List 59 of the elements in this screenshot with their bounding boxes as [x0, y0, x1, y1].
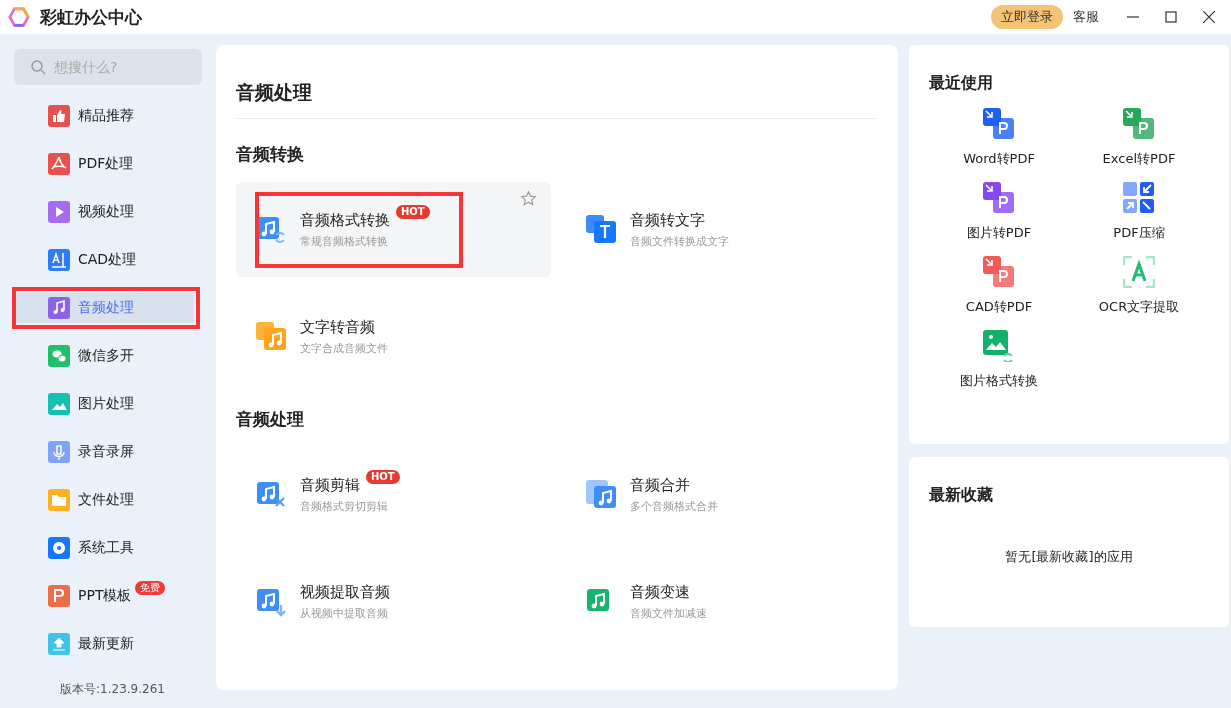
tool-name: 音频剪辑 [300, 475, 360, 495]
tool-card[interactable]: 音频转文字 音频文件转换成文字 [566, 182, 881, 277]
maximize-icon[interactable] [1165, 11, 1177, 23]
sidebar-item[interactable]: PDF处理 [14, 149, 194, 179]
hot-badge: HOT [366, 469, 400, 484]
tool-description: 音频文件转换成文字 [630, 233, 729, 249]
support-link[interactable]: 客服 [1073, 8, 1099, 26]
tool-name: 视频提取音频 [300, 582, 390, 602]
tool-card[interactable]: 文字转音频 文字合成音频文件 [236, 289, 551, 384]
search-field[interactable]: 想搜什么? [14, 49, 202, 85]
free-badge: 免费 [135, 581, 166, 595]
page-title: 音频处理 [236, 80, 878, 119]
login-button[interactable]: 立即登录 [991, 5, 1063, 29]
star-icon[interactable] [520, 190, 537, 207]
section-title: 音频处理 [236, 408, 305, 431]
sidebar-item[interactable]: 视频处理 [14, 197, 194, 227]
tool-description: 文字合成音频文件 [300, 340, 388, 356]
hot-badge: HOT [396, 204, 430, 219]
tool-card[interactable]: 视频提取音频 从视频中提取音频 [236, 554, 551, 649]
recent-tool[interactable]: OCR文字提取 [1069, 256, 1209, 316]
close-icon[interactable] [1203, 11, 1215, 23]
tool-description: 多个音频格式合并 [630, 498, 718, 514]
tool-description: 音频文件加减速 [630, 605, 707, 621]
sidebar-item[interactable]: CAD处理 [14, 245, 194, 275]
recent-tool[interactable]: Word转PDF [929, 108, 1069, 168]
sidebar-item[interactable]: 音频处理 [14, 293, 194, 323]
sidebar-item[interactable]: 图片处理 [14, 389, 194, 419]
tool-name: 音频转文字 [630, 210, 705, 230]
tool-name: 音频变速 [630, 582, 690, 602]
app-title: 彩虹办公中心 [40, 5, 142, 29]
sidebar-item[interactable]: 录音录屏 [14, 437, 194, 467]
logo-icon [8, 6, 30, 28]
tool-card[interactable]: 音频合并 多个音频格式合并 [566, 447, 881, 542]
version-text: 版本号:1.23.9.261 [59, 681, 166, 698]
recent-tool[interactable]: Excel转PDF [1069, 108, 1209, 168]
tool-description: 从视频中提取音频 [300, 605, 389, 621]
recent-tool[interactable]: 图片格式转换 [929, 330, 1069, 390]
tool-description: 音频格式剪切剪辑 [300, 498, 389, 514]
recent-tool[interactable]: CAD转PDF [929, 256, 1069, 316]
empty-message: 暂无[最新收藏]的应用 [1004, 548, 1134, 566]
tool-card[interactable]: 音频格式转换 HOT 常规音频格式转换 [236, 182, 551, 277]
tool-card[interactable]: 音频变速 音频文件加减速 [566, 554, 881, 649]
sidebar-item[interactable]: PPT模板 免费 [14, 581, 194, 611]
tool-name: 音频合并 [630, 475, 690, 495]
tool-name: 文字转音频 [300, 317, 375, 337]
sidebar-item[interactable]: 精品推荐 [14, 101, 194, 131]
tool-name: 音频格式转换 [300, 210, 390, 230]
sidebar-item[interactable]: 文件处理 [14, 485, 194, 515]
search-icon [30, 59, 46, 75]
recent-tool[interactable]: PDF压缩 [1069, 182, 1209, 242]
panel-title: 最新收藏 [929, 485, 994, 506]
panel-title: 最近使用 [929, 73, 994, 94]
tool-description: 常规音频格式转换 [300, 233, 389, 249]
section-title: 音频转换 [236, 143, 305, 166]
sidebar-item[interactable]: 最新更新 [14, 629, 194, 659]
tool-card[interactable]: 音频剪辑 HOT 音频格式剪切剪辑 [236, 447, 551, 542]
recent-tool[interactable]: 图片转PDF [929, 182, 1069, 242]
sidebar-item[interactable]: 系统工具 [14, 533, 194, 563]
sidebar-item[interactable]: 微信多开 [14, 341, 194, 371]
